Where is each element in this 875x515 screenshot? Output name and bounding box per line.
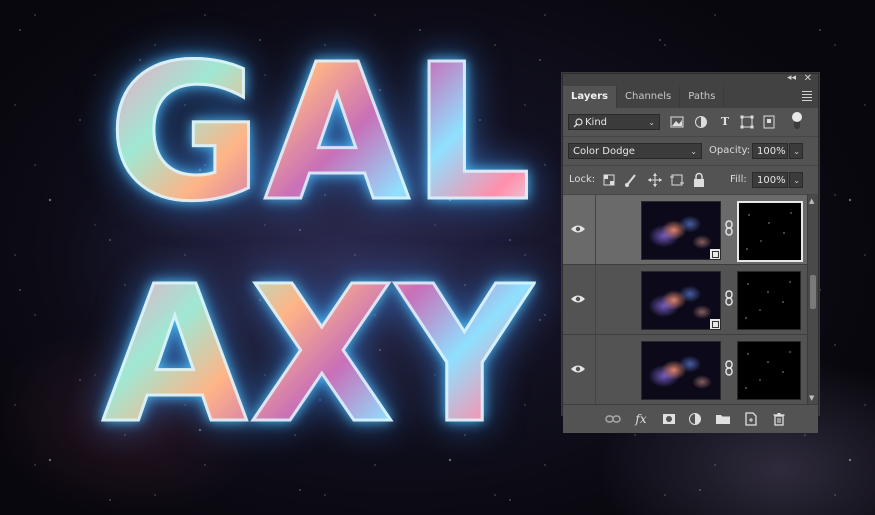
tab-channels[interactable]: Channels: [617, 86, 681, 108]
blend-mode-dropdown[interactable]: Color Dodge ⌄: [568, 143, 702, 159]
opacity-dropdown-button[interactable]: ⌄: [789, 143, 803, 159]
layer-mask-thumbnail[interactable]: [737, 341, 801, 400]
layer-row[interactable]: [563, 195, 807, 265]
chevron-down-icon: ⌄: [793, 176, 800, 185]
layer-style-fx-icon[interactable]: fx: [633, 411, 649, 427]
opacity-input[interactable]: 100%: [752, 143, 788, 159]
lock-position-icon[interactable]: [647, 172, 663, 188]
visibility-column: [563, 265, 596, 334]
layer-mask-thumbnail[interactable]: [737, 201, 803, 262]
layer-thumbnail[interactable]: [641, 271, 721, 330]
filter-kind-dropdown[interactable]: Kind ⌄: [568, 114, 660, 130]
collapse-panel-icon[interactable]: ◂◂: [787, 73, 796, 83]
add-layer-mask-icon[interactable]: [661, 411, 677, 427]
search-icon: [573, 118, 583, 128]
type-layer-filter-icon[interactable]: T: [717, 114, 733, 130]
panel-titlebar: ◂◂ ✕: [563, 73, 818, 86]
chevron-down-icon: ⌄: [648, 118, 655, 127]
panel-menu-icon[interactable]: [802, 91, 812, 103]
link-icon[interactable]: [723, 290, 735, 306]
lock-image-pixels-icon[interactable]: [623, 172, 639, 188]
lock-row: Lock: Fill: 100% ⌄: [563, 166, 818, 195]
pixel-layer-filter-icon[interactable]: [669, 114, 685, 130]
lock-transparent-pixels-icon[interactable]: [601, 172, 617, 188]
filter-toggle-switch[interactable]: [792, 112, 802, 132]
galaxy-text-line-1: GAL: [107, 24, 534, 243]
smart-object-badge-icon: [710, 319, 720, 329]
smart-object-badge-icon: [710, 249, 720, 259]
blend-mode-value: Color Dodge: [573, 146, 635, 157]
tab-layers[interactable]: Layers: [563, 86, 617, 108]
fill-label: Fill:: [730, 174, 747, 185]
layer-mask-thumbnail[interactable]: [737, 271, 801, 330]
filter-kind-label: Kind: [585, 117, 608, 128]
visibility-column: [563, 335, 596, 404]
layer-row[interactable]: [563, 265, 807, 335]
lock-all-icon[interactable]: [691, 172, 707, 188]
scrollbar-thumb[interactable]: [810, 275, 816, 309]
layers-scrollbar[interactable]: ▲ ▼: [807, 195, 818, 404]
eye-icon[interactable]: [570, 291, 586, 307]
eye-icon[interactable]: [570, 221, 586, 237]
visibility-column: [563, 195, 596, 264]
layer-filter-row: Kind ⌄ T: [563, 108, 818, 137]
scroll-down-icon[interactable]: ▼: [809, 394, 814, 402]
fill-dropdown-button[interactable]: ⌄: [789, 172, 803, 188]
tab-paths[interactable]: Paths: [680, 86, 725, 108]
prevent-auto-nesting-icon[interactable]: [669, 172, 685, 188]
smart-object-filter-icon[interactable]: [761, 114, 777, 130]
fill-input[interactable]: 100%: [752, 172, 788, 188]
close-panel-icon[interactable]: ✕: [804, 73, 812, 84]
adjustment-layer-filter-icon[interactable]: [693, 114, 709, 130]
scroll-up-icon[interactable]: ▲: [809, 197, 814, 205]
layers-panel-footer: fx: [563, 404, 818, 433]
shape-layer-filter-icon[interactable]: [739, 114, 755, 130]
layer-row[interactable]: [563, 335, 807, 404]
lock-label: Lock:: [569, 174, 596, 185]
link-icon[interactable]: [723, 220, 735, 236]
new-group-folder-icon[interactable]: [715, 411, 731, 427]
chevron-down-icon: ⌄: [793, 147, 800, 156]
layers-panel: ◂◂ ✕ Layers Channels Paths Kind ⌄ T Colo…: [562, 73, 819, 433]
link-layers-icon[interactable]: [605, 411, 621, 427]
blend-mode-row: Color Dodge ⌄ Opacity: 100% ⌄: [563, 137, 818, 166]
galaxy-text-line-2: AXY: [101, 246, 535, 465]
chevron-down-icon: ⌄: [690, 147, 697, 156]
layer-thumbnail[interactable]: [641, 201, 721, 260]
layers-list: ▲ ▼: [563, 195, 818, 404]
eye-icon[interactable]: [570, 361, 586, 377]
opacity-label: Opacity:: [709, 145, 751, 156]
new-layer-icon[interactable]: [743, 411, 759, 427]
trash-delete-layer-icon[interactable]: [771, 411, 787, 427]
new-adjustment-layer-icon[interactable]: [687, 411, 703, 427]
panel-tabs: Layers Channels Paths: [563, 86, 818, 108]
layer-thumbnail[interactable]: [641, 341, 721, 400]
link-icon[interactable]: [723, 360, 735, 376]
